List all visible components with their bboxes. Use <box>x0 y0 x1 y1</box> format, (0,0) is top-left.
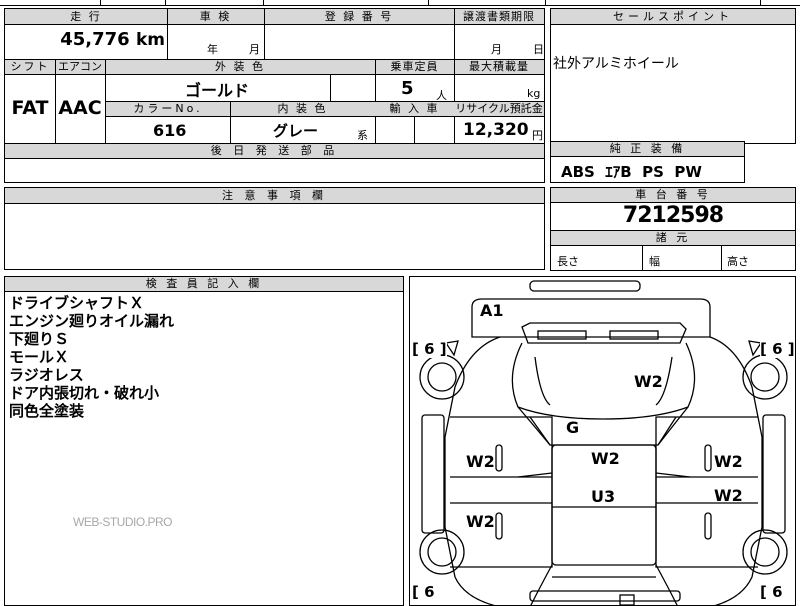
recycle-header: リサイクル預託金 <box>454 102 544 117</box>
transfer-day-unit: 日 <box>533 43 544 56</box>
mileage-unit: km <box>135 30 165 50</box>
genuine-equipment-box: 純 正 装 備 ABS ｴｱB PS PW <box>550 141 745 183</box>
registration-header: 登 録 番 号 <box>264 9 454 25</box>
sale-point-text: 社外アルミホイール <box>553 56 679 72</box>
chassis-header: 車 台 番 号 <box>551 188 795 203</box>
mark-w2-hood: W2 <box>634 372 663 391</box>
caution-header: 注 意 事 項 欄 <box>5 188 544 204</box>
vehicle-info-grid: 走 行 車 検 登 録 番 号 譲渡書類期限 45,776 km 年 月 月 日… <box>4 8 545 183</box>
mileage-value: 45,776 km <box>5 29 165 57</box>
interior-color-header: 内 装 色 <box>230 102 375 117</box>
note-line-4: モールＸ <box>9 348 70 366</box>
inspector-header: 検 査 員 記 入 欄 <box>5 277 403 292</box>
genuine-header: 純 正 装 備 <box>551 142 744 157</box>
inspector-notes-list: ドライブシャフトＸ エンジン廻りオイル漏れ 下廻りＳ モールＸ ラジオレス ドア… <box>9 294 174 420</box>
car-diagram-box: A1 W2 G W2 W2 W2 U3 W2 W2 [ 6 ] [ 6 ] [ … <box>409 276 796 606</box>
transfer-header: 譲渡書類期限 <box>454 9 544 25</box>
exterior-color-value: ゴールド <box>185 81 250 100</box>
exterior-color-header: 外 装 色 <box>105 60 375 75</box>
chassis-box: 車 台 番 号 7212598 諸 元 長さ 幅 高さ <box>550 187 796 271</box>
capacity-header: 乗車定員 <box>375 60 454 75</box>
color-no-header: カラーNo. <box>106 102 230 117</box>
max-load-header: 最大積載量 <box>454 60 544 75</box>
recycle-unit: 円 <box>532 129 543 142</box>
note-line-5: ラジオレス <box>9 366 84 384</box>
inspection-header: 車 検 <box>167 9 264 25</box>
interior-color-suffix: 系 <box>357 129 368 142</box>
inspection-month-unit: 月 <box>249 43 260 56</box>
capacity-value: 5 <box>401 78 414 99</box>
note-line-1: ドライブシャフトＸ <box>9 294 145 312</box>
sale-points-header: セールスポイント <box>551 9 795 25</box>
top-fragment-bar <box>0 0 800 6</box>
tire-front-right: [ 6 ] <box>760 340 795 358</box>
chassis-number: 7212598 <box>622 203 724 228</box>
shift-value: FAT <box>11 97 49 119</box>
tire-front-left: [ 6 ] <box>412 340 447 358</box>
mark-u3: U3 <box>591 487 616 506</box>
transfer-month-unit: 月 <box>491 43 502 56</box>
recycle-value: 12,320 <box>463 120 529 140</box>
mark-w2-center: W2 <box>591 449 620 468</box>
height-label: 高さ <box>727 255 749 268</box>
note-line-6: ドア内張切れ・破れ小 <box>9 384 160 402</box>
mark-w2-right-front: W2 <box>714 452 743 471</box>
aircon-header: エアコン <box>55 60 105 75</box>
tire-rear-right: [ 6 <box>760 583 783 601</box>
max-load-unit: kg <box>527 87 541 100</box>
mark-w2-right-rear: W2 <box>714 486 743 505</box>
sale-points-box: セールスポイント 社外アルミホイール <box>550 8 796 144</box>
length-label: 長さ <box>557 255 579 268</box>
mileage-header: 走 行 <box>5 9 167 25</box>
car-outline-diagram <box>419 280 788 605</box>
note-line-3: 下廻りＳ <box>9 330 70 348</box>
aircon-value: AAC <box>58 97 102 119</box>
tire-rear-left: [ 6 <box>412 583 435 601</box>
interior-color-value: グレー <box>273 122 319 140</box>
note-line-7: 同色全塗装 <box>9 402 85 420</box>
dimensions-header: 諸 元 <box>551 231 795 246</box>
mark-w2-left-front: W2 <box>466 452 495 471</box>
caution-box: 注 意 事 項 欄 <box>4 187 545 270</box>
shift-header: シフト <box>5 60 55 75</box>
mark-g: G <box>566 418 580 437</box>
genuine-value: ABS ｴｱB PS PW <box>561 163 702 181</box>
later-parts-header: 後 日 発 送 部 品 <box>5 144 544 159</box>
inspection-year-unit: 年 <box>207 43 218 56</box>
color-no-value: 616 <box>153 121 187 140</box>
width-label: 幅 <box>649 255 660 268</box>
mileage-number: 45,776 <box>60 29 130 50</box>
import-header: 輸 入 車 <box>375 102 454 117</box>
inspector-box: 検 査 員 記 入 欄 ドライブシャフトＸ エンジン廻りオイル漏れ 下廻りＳ モ… <box>4 276 404 606</box>
mark-a1: A1 <box>480 301 504 320</box>
watermark: WEB-STUDIO.PRO <box>73 515 173 529</box>
note-line-2: エンジン廻りオイル漏れ <box>9 312 175 330</box>
mark-w2-left-rear: W2 <box>466 512 495 531</box>
